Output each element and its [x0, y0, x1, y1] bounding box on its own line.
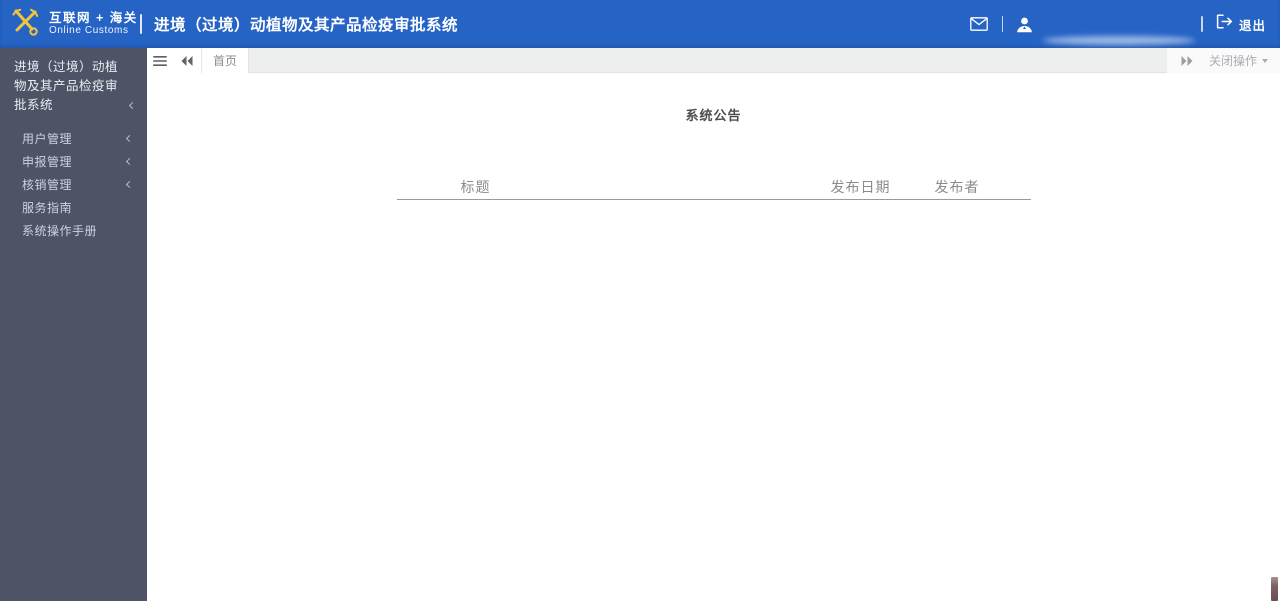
hamburger-icon[interactable] — [147, 48, 173, 73]
header-right: 退出 — [970, 0, 1280, 48]
logo-line2: Online Customs — [49, 25, 129, 36]
tab-strip — [249, 48, 1167, 73]
sidebar-item-user-management[interactable]: 用户管理 — [0, 127, 147, 150]
username-redacted — [1043, 36, 1196, 45]
menu-item-label: 服务指南 — [22, 201, 73, 215]
table-header-row: 标题 发布日期 发布者 — [396, 174, 1031, 200]
tab-label: 首页 — [213, 54, 238, 68]
chevron-left-icon — [128, 101, 137, 110]
user-icon[interactable] — [1016, 16, 1033, 33]
customs-emblem-icon — [9, 5, 42, 43]
close-operations-dropdown[interactable]: 关闭操作 — [1209, 52, 1268, 69]
caret-down-icon — [1262, 58, 1268, 63]
announcement-table: 标题 发布日期 发布者 — [396, 174, 1031, 204]
double-arrow-left-icon[interactable] — [173, 48, 201, 73]
sidebar-system-title-label: 进境（过境）动植物及其产品检疫审批系统 — [14, 60, 119, 112]
page-title: 系统公告 — [685, 108, 742, 123]
logo-line1: 互联网 + 海关 — [49, 11, 138, 25]
logout-button[interactable]: 退出 — [1216, 14, 1266, 34]
header-divider — [1001, 16, 1004, 32]
header-divider — [140, 14, 142, 34]
menu-item-label: 系统操作手册 — [22, 224, 98, 238]
app-title: 进境（过境）动植物及其产品检疫审批系统 — [154, 17, 459, 34]
table-body-empty — [397, 200, 1031, 204]
menu-item-label: 核销管理 — [22, 178, 73, 192]
sidebar-item-service-guide[interactable]: 服务指南 — [0, 196, 147, 219]
logo: 互联网 + 海关 Online Customs — [0, 5, 140, 43]
logo-text: 互联网 + 海关 Online Customs — [49, 11, 138, 37]
column-header-publish-date: 发布日期 — [830, 178, 891, 195]
sidebar-item-writeoff-management[interactable]: 核销管理 — [0, 173, 147, 196]
tab-bar: 首页 关闭操作 — [147, 48, 1280, 73]
sidebar-menu: 用户管理 申报管理 核销管理 服务指南 系统操作手册 — [0, 127, 147, 242]
app-header: 互联网 + 海关 Online Customs 进境（过境）动植物及其产品检疫审… — [0, 0, 1280, 48]
logout-label: 退出 — [1238, 18, 1266, 33]
column-header-title: 标题 — [460, 178, 491, 195]
main-content: 系统公告 标题 发布日期 发布者 — [147, 73, 1280, 601]
chevron-left-icon — [125, 134, 134, 143]
sidebar-system-title[interactable]: 进境（过境）动植物及其产品检疫审批系统 — [0, 48, 147, 119]
mail-icon[interactable] — [970, 17, 988, 31]
chevron-left-icon — [125, 180, 134, 189]
sidebar: 进境（过境）动植物及其产品检疫审批系统 用户管理 申报管理 核销管理 服务指南 … — [0, 48, 147, 601]
tab-home[interactable]: 首页 — [201, 48, 250, 73]
chevron-left-icon — [125, 157, 134, 166]
scrollbar-thumb[interactable] — [1271, 577, 1278, 601]
sidebar-item-operation-manual[interactable]: 系统操作手册 — [0, 219, 147, 242]
column-header-publisher: 发布者 — [934, 178, 980, 195]
logout-icon — [1216, 14, 1233, 34]
sidebar-item-declaration-management[interactable]: 申报管理 — [0, 150, 147, 173]
menu-item-label: 用户管理 — [22, 132, 73, 146]
menu-item-label: 申报管理 — [22, 155, 73, 169]
header-divider — [1201, 16, 1203, 32]
tab-bar-right-controls: 关闭操作 — [1166, 48, 1280, 73]
double-arrow-right-icon[interactable] — [1173, 55, 1201, 66]
close-operations-label: 关闭操作 — [1208, 54, 1257, 68]
